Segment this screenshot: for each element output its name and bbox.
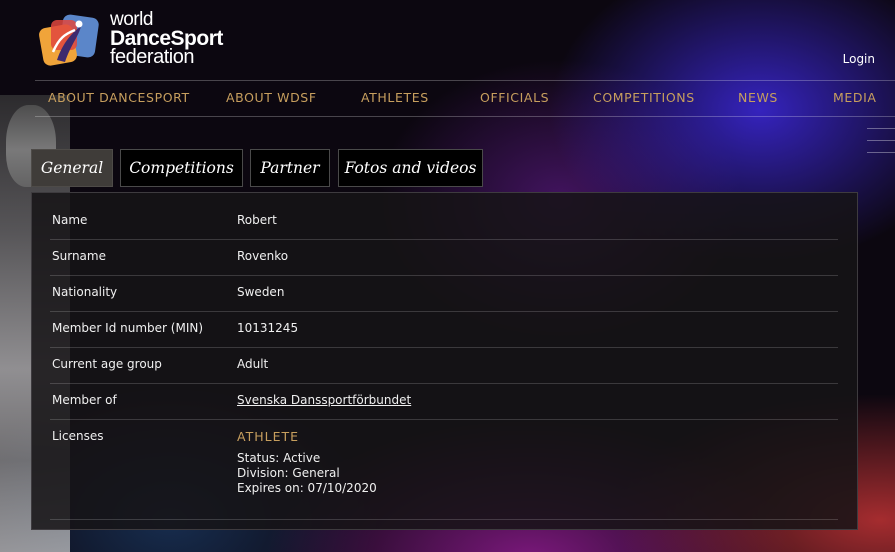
login-link[interactable]: Login	[843, 52, 875, 66]
tab-competitions[interactable]: Competitions	[120, 149, 243, 187]
license-division: Division: General	[237, 466, 340, 480]
license-type: ATHLETE	[237, 429, 300, 444]
profile-row-surname: Surname Rovenko	[50, 249, 838, 276]
menu-icon[interactable]	[867, 128, 895, 158]
profile-row-age-group: Current age group Adult	[50, 357, 838, 384]
license-expires: Expires on: 07/10/2020	[237, 481, 377, 495]
profile-label: Member of	[52, 393, 117, 407]
athlete-profile-panel: Name Robert Surname Rovenko Nationality …	[31, 192, 858, 530]
nav-item-about-dancesport[interactable]: ABOUT DANCESPORT	[48, 90, 190, 105]
tab-fotos-and-videos[interactable]: Fotos and videos	[338, 149, 483, 187]
profile-value: 10131245	[237, 321, 299, 335]
nav-item-athletes[interactable]: ATHLETES	[361, 90, 429, 105]
nav-divider-bottom	[35, 116, 895, 117]
profile-value: Sweden	[237, 285, 285, 299]
profile-row-nationality: Nationality Sweden	[50, 285, 838, 312]
nav-item-competitions[interactable]: COMPETITIONS	[593, 90, 695, 105]
profile-label: Nationality	[52, 285, 118, 299]
nav-item-officials[interactable]: OFFICIALS	[480, 90, 549, 105]
profile-label: Licenses	[52, 429, 104, 443]
profile-row-licenses: Licenses ATHLETE Status: Active Division…	[50, 429, 838, 520]
nav-item-media[interactable]: MEDIA	[833, 90, 877, 105]
wdsf-logo-icon	[39, 14, 99, 66]
nav-item-about-wdsf[interactable]: ABOUT WDSF	[226, 90, 317, 105]
profile-label: Surname	[52, 249, 106, 263]
license-details: ATHLETE Status: Active Division: General…	[237, 429, 377, 496]
profile-value: Adult	[237, 357, 269, 371]
profile-row-name: Name Robert	[50, 213, 838, 240]
profile-row-member-of: Member of Svenska Danssportförbundet	[50, 393, 838, 420]
member-of-link[interactable]: Svenska Danssportförbundet	[237, 393, 411, 407]
profile-label: Name	[52, 213, 88, 227]
profile-row-member-id: Member Id number (MIN) 10131245	[50, 321, 838, 348]
license-status: Status: Active	[237, 451, 321, 465]
profile-value: Robert	[237, 213, 277, 227]
profile-value: Rovenko	[237, 249, 289, 263]
wdsf-logo-text: world DanceSport federation	[110, 10, 223, 67]
logo-line-federation: federation	[110, 46, 194, 68]
profile-label: Current age group	[52, 357, 162, 371]
profile-label: Member Id number (MIN)	[52, 321, 204, 335]
tab-general[interactable]: General	[31, 149, 113, 187]
wdsf-logo[interactable]: world DanceSport federation	[35, 10, 235, 74]
nav-item-news[interactable]: NEWS	[738, 90, 778, 105]
main-nav: ABOUT DANCESPORT ABOUT WDSF ATHLETES OFF…	[48, 90, 895, 110]
nav-divider-top	[35, 80, 895, 81]
tab-partner[interactable]: Partner	[250, 149, 330, 187]
